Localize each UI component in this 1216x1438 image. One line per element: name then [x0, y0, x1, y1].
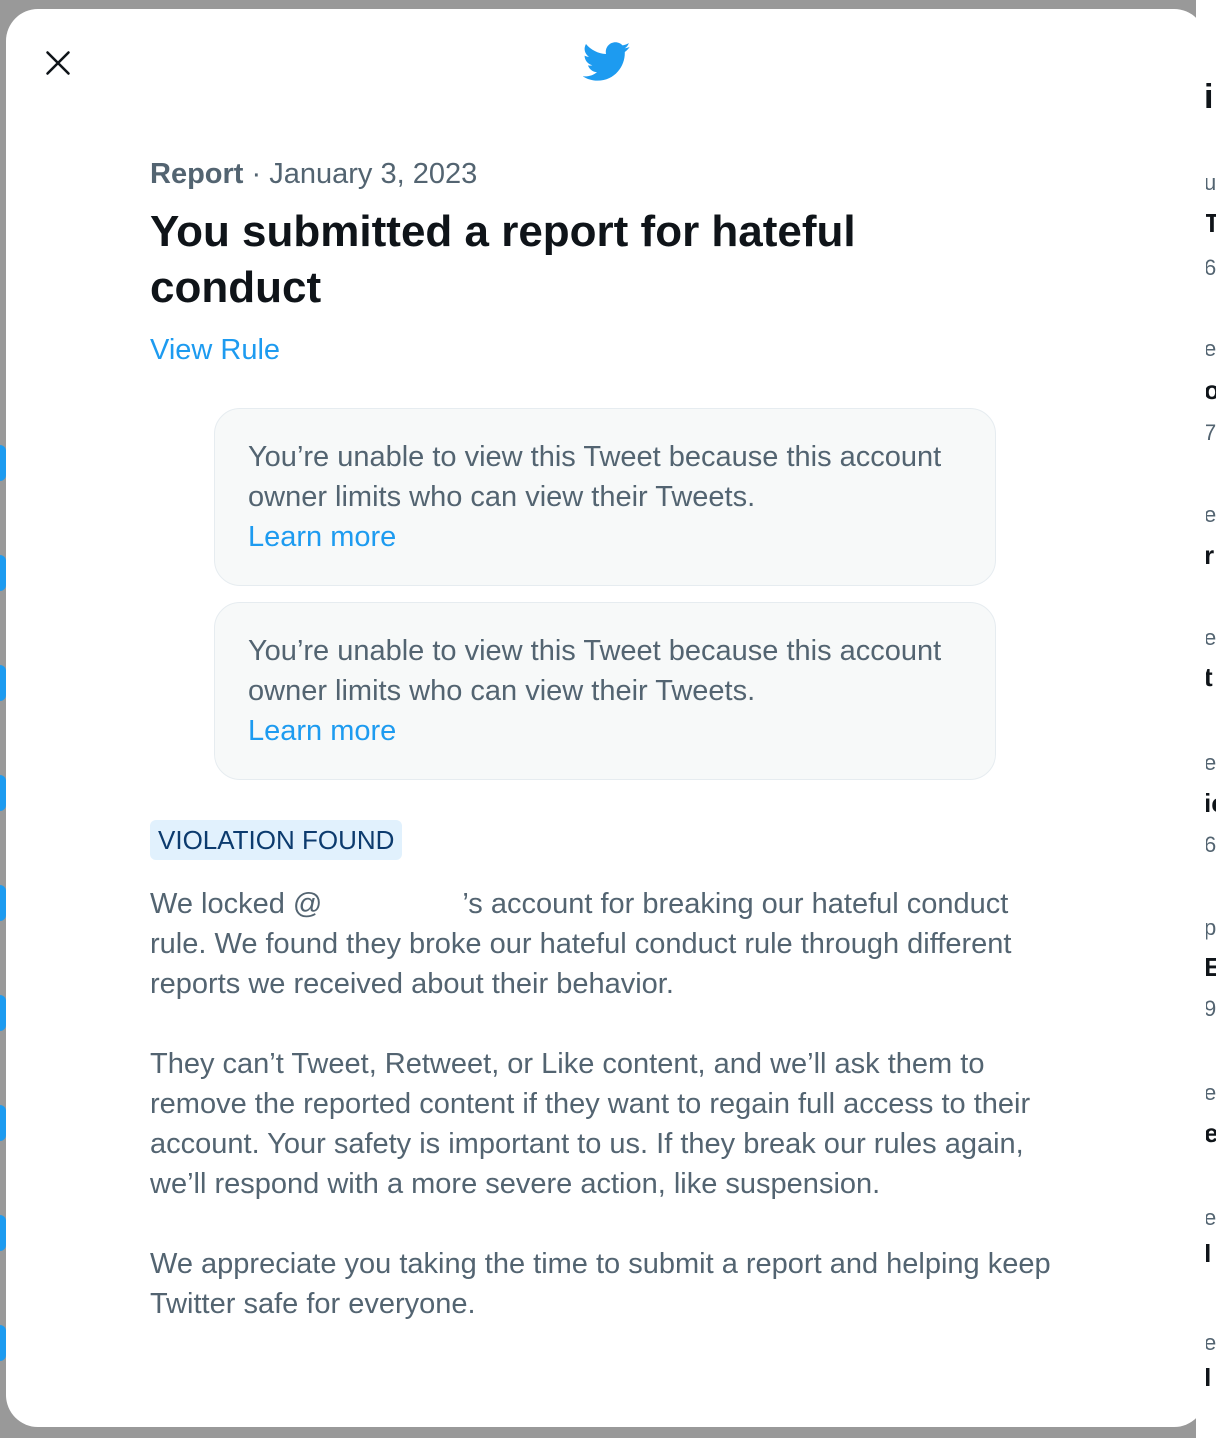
tweet-unavailable-message: You’re unable to view this Tweet because… — [248, 635, 942, 707]
outcome-paragraph: We locked @’s account for breaking our h… — [150, 884, 1070, 1004]
report-content: Report · January 3, 2023 You submitted a… — [150, 154, 1070, 1324]
learn-more-link[interactable]: Learn more — [248, 517, 396, 557]
redacted-username — [322, 912, 462, 913]
report-date: January 3, 2023 — [269, 158, 478, 190]
unavailable-tweet-card: You’re unable to view this Tweet because… — [214, 602, 996, 780]
report-detail-modal: Report · January 3, 2023 You submitted a… — [6, 9, 1206, 1427]
tweet-unavailable-message: You’re unable to view this Tweet because… — [248, 441, 942, 513]
report-meta: Report · January 3, 2023 — [150, 154, 1070, 194]
thanks-paragraph: We appreciate you taking the time to sub… — [150, 1248, 1051, 1320]
restriction-paragraph: They can’t Tweet, Retweet, or Like conte… — [150, 1048, 1031, 1200]
unavailable-tweet-card: You’re unable to view this Tweet because… — [214, 408, 996, 586]
page-title: You submitted a report for hateful condu… — [150, 207, 856, 312]
close-button[interactable] — [38, 43, 78, 83]
twitter-bird-icon — [583, 42, 631, 81]
status-badge: VIOLATION FOUND — [150, 820, 403, 860]
close-icon — [46, 51, 70, 75]
report-label: Report — [150, 158, 244, 190]
view-rule-link[interactable]: View Rule — [150, 330, 280, 370]
meta-separator: · — [243, 158, 270, 190]
learn-more-link[interactable]: Learn more — [248, 711, 396, 751]
outcome-prefix: We locked @ — [150, 888, 323, 920]
